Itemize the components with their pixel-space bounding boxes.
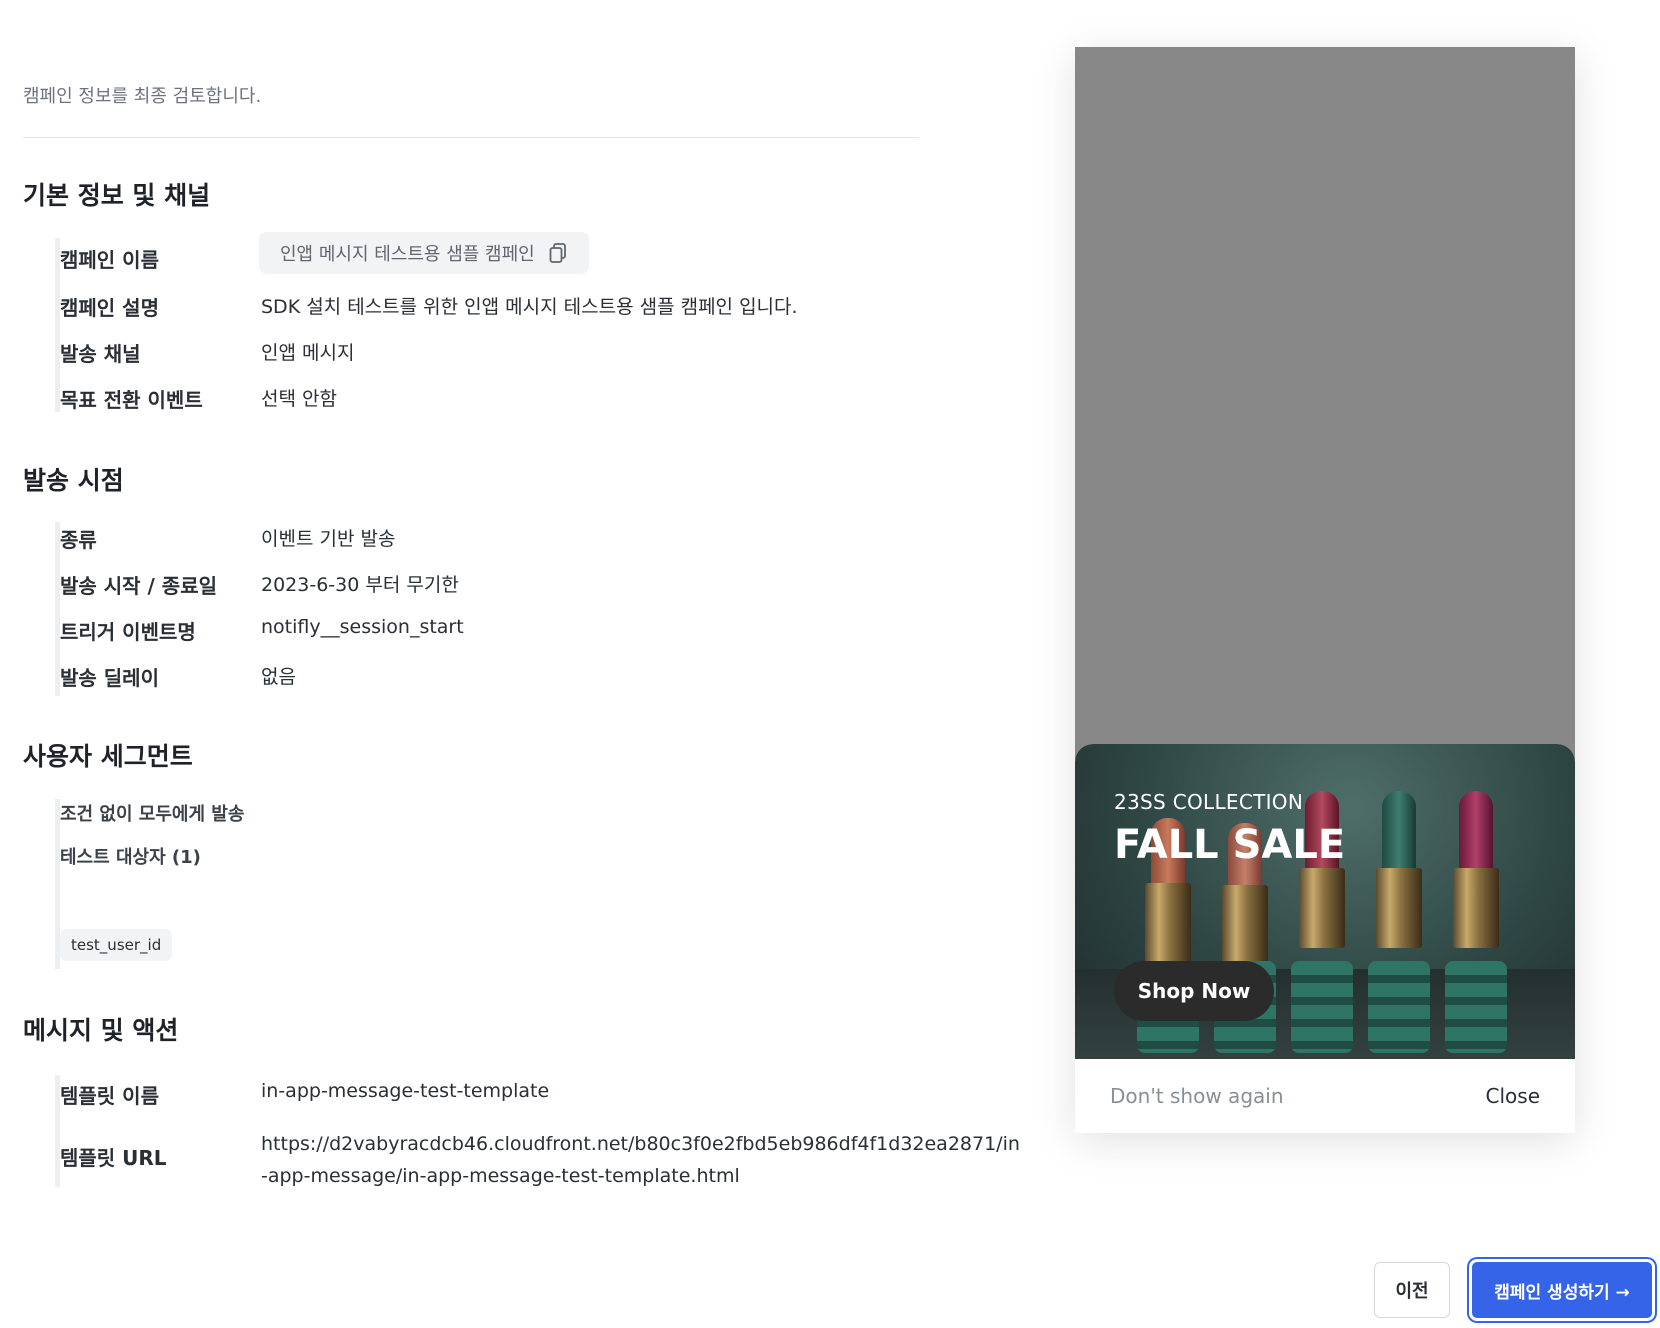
- trigger-label: 트리거 이벤트명: [60, 620, 196, 644]
- section-title-timing: 발송 시점: [23, 466, 124, 495]
- channel-value: 인앱 메시지: [261, 342, 355, 364]
- banner-headline: FALL SALE: [1114, 822, 1346, 868]
- campaign-name-label: 캠페인 이름: [60, 248, 159, 272]
- section-body-timing: [55, 522, 1055, 696]
- campaign-desc-label: 캠페인 설명: [60, 296, 159, 320]
- campaign-desc-value: SDK 설치 테스트를 위한 인앱 메시지 테스트용 샘플 캠페인 입니다.: [261, 296, 798, 318]
- lipstick-tip: [1459, 791, 1493, 871]
- test-target-label: 테스트 대상자 (1): [60, 847, 201, 868]
- campaign-name-field: 인앱 메시지 테스트용 샘플 캠페인: [259, 232, 589, 274]
- type-value: 이벤트 기반 발송: [261, 528, 396, 550]
- goal-event-value: 선택 안함: [261, 388, 337, 410]
- section-title-message: 메시지 및 액션: [23, 1016, 179, 1045]
- create-campaign-button[interactable]: 캠페인 생성하기 →: [1469, 1259, 1655, 1321]
- popup-footer: Don't show again Close: [1075, 1059, 1575, 1133]
- in-app-message-preview: 23SS COLLECTION FALL SALE Shop Now Don't…: [1075, 47, 1575, 1133]
- segment-all-text: 조건 없이 모두에게 발송: [60, 804, 245, 825]
- lipstick-base: [1291, 961, 1353, 1053]
- copy-icon[interactable]: [549, 243, 567, 263]
- lipstick-tip: [1382, 791, 1416, 871]
- lipstick-tube: [1453, 868, 1499, 948]
- trigger-value: notifly__session_start: [261, 616, 464, 638]
- lipstick-tube: [1222, 885, 1268, 965]
- shop-now-button[interactable]: Shop Now: [1114, 961, 1274, 1021]
- delay-value: 없음: [261, 666, 296, 688]
- lipstick-image: [1445, 783, 1507, 1053]
- dont-show-again-button[interactable]: Don't show again: [1110, 1084, 1284, 1108]
- period-value: 2023-6-30 부터 무기한: [261, 574, 459, 596]
- lipstick-tube: [1145, 883, 1191, 963]
- close-button[interactable]: Close: [1486, 1084, 1540, 1108]
- period-label: 발송 시작 / 종료일: [60, 574, 217, 598]
- template-name-label: 템플릿 이름: [60, 1084, 159, 1108]
- prev-button[interactable]: 이전: [1374, 1262, 1450, 1318]
- type-label: 종류: [60, 528, 97, 552]
- template-name-value: in-app-message-test-template: [261, 1080, 550, 1102]
- lipstick-tube: [1299, 868, 1345, 948]
- banner-subtitle: 23SS COLLECTION: [1114, 790, 1304, 814]
- lipstick-tube: [1376, 868, 1422, 948]
- section-title-segment: 사용자 세그먼트: [23, 742, 193, 771]
- page-subtitle: 캠페인 정보를 최종 검토합니다.: [23, 86, 262, 107]
- popup-card: 23SS COLLECTION FALL SALE Shop Now Don't…: [1075, 744, 1575, 1133]
- divider: [23, 137, 919, 138]
- delay-label: 발송 딜레이: [60, 666, 159, 690]
- banner-image: 23SS COLLECTION FALL SALE Shop Now: [1075, 744, 1575, 1059]
- template-url-link[interactable]: https://d2vabyracdcb46.cloudfront.net/b8…: [261, 1128, 1021, 1192]
- test-user-chip: test_user_id: [60, 929, 173, 961]
- lipstick-image: [1368, 783, 1430, 1053]
- goal-event-label: 목표 전환 이벤트: [60, 388, 203, 412]
- channel-label: 발송 채널: [60, 342, 141, 366]
- section-title-basic: 기본 정보 및 채널: [23, 181, 211, 210]
- lipstick-base: [1445, 961, 1507, 1053]
- campaign-name-value: 인앱 메시지 테스트용 샘플 캠페인: [280, 244, 535, 265]
- template-url-label: 템플릿 URL: [60, 1146, 167, 1170]
- lipstick-base: [1368, 961, 1430, 1053]
